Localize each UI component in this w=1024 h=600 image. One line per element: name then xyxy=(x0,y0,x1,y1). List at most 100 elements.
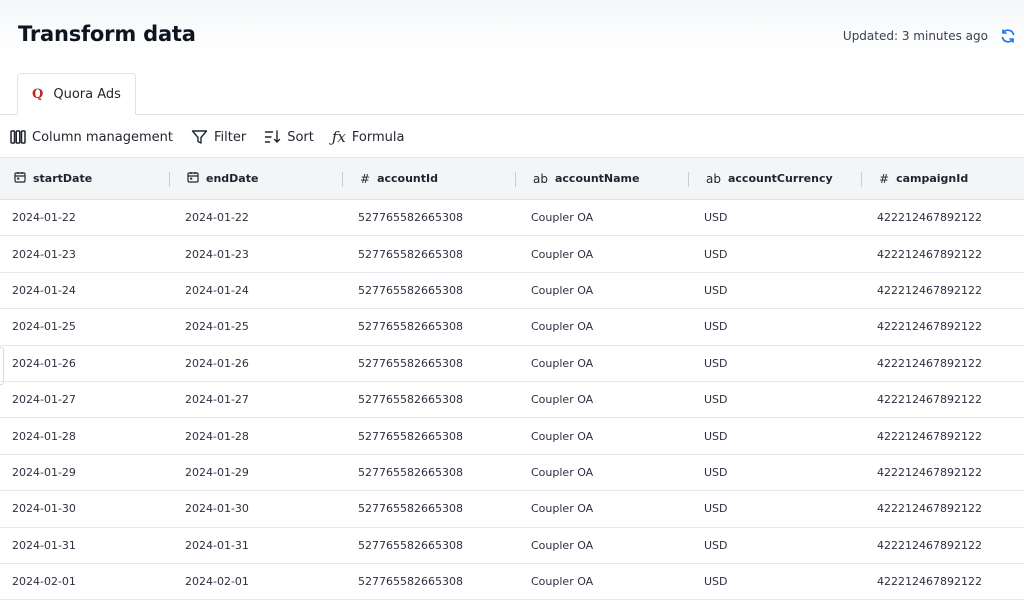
table-cell-accountcurrency[interactable]: USD xyxy=(692,248,865,261)
updated-status: Updated: 3 minutes ago xyxy=(842,29,988,43)
table-cell-campaignid[interactable]: 422212467892122 xyxy=(865,466,1024,479)
table-cell-campaignid[interactable]: 422212467892122 xyxy=(865,575,1024,588)
column-name: accountCurrency xyxy=(727,172,833,185)
text-type-icon: ab xyxy=(706,171,721,186)
table-cell-accountname[interactable]: Coupler OA xyxy=(519,430,692,443)
table-row[interactable]: 2024-01-25 2024-01-25 527765582665308 Coupl… xyxy=(0,309,1024,346)
column-name: accountId xyxy=(377,172,438,185)
table-cell-accountcurrency[interactable]: USD xyxy=(692,393,865,406)
table-cell-accountcurrency[interactable]: USD xyxy=(692,575,865,588)
table-cell-startdate[interactable]: 2024-01-24 xyxy=(0,284,173,297)
table-cell-enddate[interactable]: 2024-01-25 xyxy=(173,320,346,333)
table-cell-campaignid[interactable]: 422212467892122 xyxy=(865,539,1024,552)
table-row[interactable]: 2024-01-31 2024-01-31 527765582665308 Coupl… xyxy=(0,528,1024,564)
table-cell-enddate[interactable]: 2024-01-23 xyxy=(173,248,346,261)
table-cell-accountname[interactable]: Coupler OA xyxy=(519,393,692,406)
table-row[interactable]: 2024-01-22 2024-01-22 527765582665308 Coupl… xyxy=(0,200,1024,237)
table-cell-enddate[interactable]: 2024-01-30 xyxy=(173,502,346,515)
column-divider xyxy=(169,172,170,187)
table-cell-accountid[interactable]: 527765582665308 xyxy=(346,284,519,297)
table-row[interactable]: 2024-01-29 2024-01-29 527765582665308 Coupl… xyxy=(0,455,1024,492)
table-cell-accountcurrency[interactable]: USD xyxy=(692,357,865,370)
column-header-accountname[interactable]: ab accountName xyxy=(519,158,692,199)
column-header-accountid[interactable]: # accountId xyxy=(346,158,519,199)
table-cell-campaignid[interactable]: 422212467892122 xyxy=(865,393,1024,406)
table-row[interactable]: 2024-01-28 2024-01-28 527765582665308 Coupl… xyxy=(0,418,1024,455)
table-cell-startdate[interactable]: 2024-01-29 xyxy=(0,466,173,479)
table-cell-campaignid[interactable]: 422212467892122 xyxy=(865,320,1024,333)
table-cell-enddate[interactable]: 2024-01-26 xyxy=(173,357,346,370)
table-cell-campaignid[interactable]: 422212467892122 xyxy=(865,248,1024,261)
table-row[interactable]: 2024-01-27 2024-01-27 527765582665308 Coupl… xyxy=(0,382,1024,419)
table-cell-startdate[interactable]: 2024-01-26 xyxy=(0,357,173,370)
table-cell-campaignid[interactable]: 422212467892122 xyxy=(865,430,1024,443)
column-management-button[interactable]: Column management xyxy=(10,129,173,145)
table-cell-campaignid[interactable]: 422212467892122 xyxy=(865,357,1024,370)
column-header-accountcurrency[interactable]: ab accountCurrency xyxy=(692,158,865,199)
table-cell-enddate[interactable]: 2024-01-31 xyxy=(173,539,346,552)
table-cell-accountid[interactable]: 527765582665308 xyxy=(346,393,519,406)
table-cell-enddate[interactable]: 2024-01-27 xyxy=(173,393,346,406)
sort-button[interactable]: Sort xyxy=(264,129,314,145)
table-cell-startdate[interactable]: 2024-01-28 xyxy=(0,430,173,443)
page-title: Transform data xyxy=(18,22,196,46)
table-row[interactable]: 2024-02-01 2024-02-01 527765582665308 Coupl… xyxy=(0,564,1024,600)
table-cell-accountcurrency[interactable]: USD xyxy=(692,502,865,515)
column-name: startDate xyxy=(33,172,93,185)
column-header-enddate[interactable]: endDate xyxy=(173,158,346,199)
table-cell-startdate[interactable]: 2024-01-22 xyxy=(0,211,173,224)
table-cell-accountid[interactable]: 527765582665308 xyxy=(346,575,519,588)
table-cell-enddate[interactable]: 2024-01-28 xyxy=(173,430,346,443)
table-row[interactable]: 2024-01-30 2024-01-30 527765582665308 Coupl… xyxy=(0,491,1024,528)
table-cell-accountname[interactable]: Coupler OA xyxy=(519,211,692,224)
table-cell-accountid[interactable]: 527765582665308 xyxy=(346,248,519,261)
table-cell-accountcurrency[interactable]: USD xyxy=(692,320,865,333)
table-cell-accountid[interactable]: 527765582665308 xyxy=(346,466,519,479)
table-cell-accountid[interactable]: 527765582665308 xyxy=(346,320,519,333)
table-cell-accountcurrency[interactable]: USD xyxy=(692,284,865,297)
table-cell-accountcurrency[interactable]: USD xyxy=(692,466,865,479)
table-cell-accountname[interactable]: Coupler OA xyxy=(519,466,692,479)
table-cell-startdate[interactable]: 2024-02-01 xyxy=(0,575,173,588)
table-cell-startdate[interactable]: 2024-01-27 xyxy=(0,393,173,406)
number-type-icon: # xyxy=(879,171,890,186)
table-row[interactable]: 2024-01-24 2024-01-24 527765582665308 Coupl… xyxy=(0,273,1024,310)
table-cell-accountcurrency[interactable]: USD xyxy=(692,211,865,224)
table-cell-accountname[interactable]: Coupler OA xyxy=(519,248,692,261)
table-cell-enddate[interactable]: 2024-01-29 xyxy=(173,466,346,479)
table-cell-campaignid[interactable]: 422212467892122 xyxy=(865,284,1024,297)
column-name: accountName xyxy=(554,172,640,185)
formula-button[interactable]: ƒx Formula xyxy=(332,128,405,146)
table-row[interactable]: 2024-01-26 2024-01-26 527765582665308 Coupl… xyxy=(0,346,1024,382)
table-cell-enddate[interactable]: 2024-02-01 xyxy=(173,575,346,588)
filter-button[interactable]: Filter xyxy=(191,129,246,145)
table-cell-startdate[interactable]: 2024-01-31 xyxy=(0,539,173,552)
table-cell-accountid[interactable]: 527765582665308 xyxy=(346,502,519,515)
column-header-startdate[interactable]: startDate xyxy=(0,158,173,199)
table-cell-accountname[interactable]: Coupler OA xyxy=(519,575,692,588)
table-cell-accountname[interactable]: Coupler OA xyxy=(519,284,692,297)
table-cell-accountid[interactable]: 527765582665308 xyxy=(346,211,519,224)
table-row[interactable]: 2024-01-23 2024-01-23 527765582665308 Coupl… xyxy=(0,236,1024,273)
number-type-icon: # xyxy=(360,171,371,186)
table-cell-accountname[interactable]: Coupler OA xyxy=(519,539,692,552)
table-cell-accountname[interactable]: Coupler OA xyxy=(519,502,692,515)
table-cell-enddate[interactable]: 2024-01-24 xyxy=(173,284,346,297)
table-cell-campaignid[interactable]: 422212467892122 xyxy=(865,211,1024,224)
column-header-campaignid[interactable]: # campaignId xyxy=(865,158,1024,199)
tab-bar-divider xyxy=(0,114,1024,115)
table-cell-enddate[interactable]: 2024-01-22 xyxy=(173,211,346,224)
table-cell-startdate[interactable]: 2024-01-23 xyxy=(0,248,173,261)
table-cell-campaignid[interactable]: 422212467892122 xyxy=(865,502,1024,515)
table-cell-accountname[interactable]: Coupler OA xyxy=(519,320,692,333)
table-cell-accountid[interactable]: 527765582665308 xyxy=(346,430,519,443)
table-cell-accountcurrency[interactable]: USD xyxy=(692,539,865,552)
table-cell-accountid[interactable]: 527765582665308 xyxy=(346,539,519,552)
table-cell-startdate[interactable]: 2024-01-25 xyxy=(0,320,173,333)
table-cell-startdate[interactable]: 2024-01-30 xyxy=(0,502,173,515)
refresh-icon[interactable] xyxy=(1000,28,1016,44)
table-cell-accountcurrency[interactable]: USD xyxy=(692,430,865,443)
tab-quora-ads[interactable]: Q Quora Ads xyxy=(17,73,136,115)
table-cell-accountid[interactable]: 527765582665308 xyxy=(346,357,519,370)
table-cell-accountname[interactable]: Coupler OA xyxy=(519,357,692,370)
